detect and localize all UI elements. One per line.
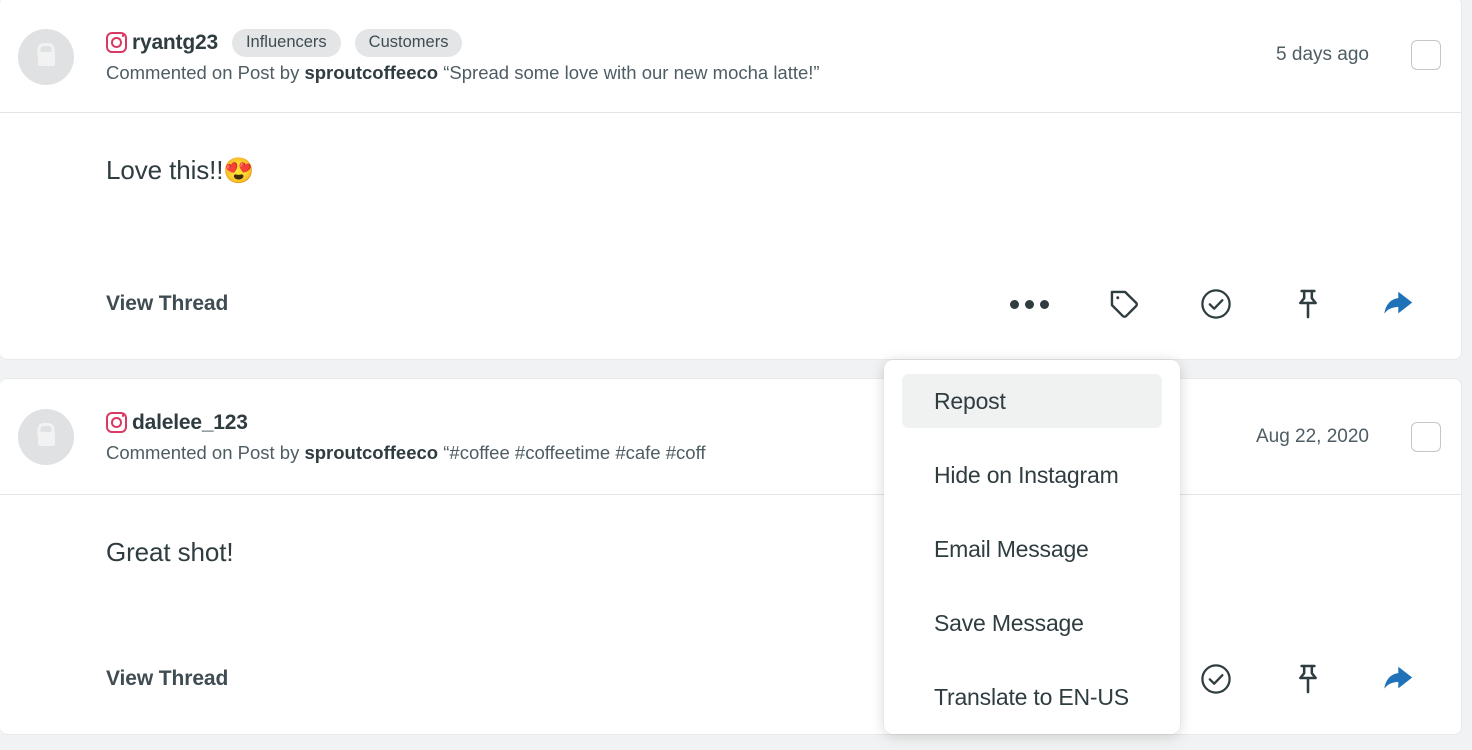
context-prefix: Commented on Post by: [106, 442, 304, 463]
message-header-text: ryantg23 Influencers Customers Commented…: [106, 30, 820, 84]
message-text: Great shot!: [106, 537, 1461, 568]
timestamp: 5 days ago: [1276, 44, 1369, 66]
message-header: ryantg23 Influencers Customers Commented…: [0, 0, 1461, 113]
message-header-right: Aug 22, 2020: [1256, 422, 1441, 452]
message-footer: View Thread: [0, 625, 1461, 733]
tag-pill-customers[interactable]: Customers: [355, 29, 463, 57]
message-header-text: dalelee_123 Commented on Post by sproutc…: [106, 410, 706, 464]
tag-pill-influencers[interactable]: Influencers: [232, 29, 341, 57]
message-footer: View Thread: [0, 250, 1461, 358]
username-row: dalelee_123: [106, 410, 706, 436]
avatar: [18, 409, 74, 465]
message-context: Commented on Post by sproutcoffeeco “Spr…: [106, 62, 820, 84]
message-actions: [1010, 287, 1441, 321]
more-options-menu: Repost Hide on Instagram Email Message S…: [884, 360, 1180, 734]
message-card: ryantg23 Influencers Customers Commented…: [0, 0, 1462, 360]
avatar: [18, 29, 74, 85]
message-feed: ryantg23 Influencers Customers Commented…: [0, 0, 1472, 750]
context-author[interactable]: sproutcoffeeco: [304, 62, 438, 83]
message-context: Commented on Post by sproutcoffeeco “#co…: [106, 442, 706, 464]
more-options-icon[interactable]: [1010, 300, 1049, 309]
select-checkbox[interactable]: [1411, 40, 1441, 70]
message-header: dalelee_123 Commented on Post by sproutc…: [0, 379, 1461, 495]
reply-icon[interactable]: [1383, 662, 1421, 696]
instagram-icon: [106, 32, 127, 53]
context-author[interactable]: sproutcoffeeco: [304, 442, 438, 463]
lock-icon: [38, 432, 55, 446]
complete-icon[interactable]: [1199, 287, 1233, 321]
context-suffix: “#coffee #coffeetime #cafe #coff: [438, 442, 705, 463]
message-text-content: Love this!!: [106, 155, 223, 185]
message-body: Love this!!😍 View Thread: [0, 113, 1461, 358]
heart-eyes-emoji: 😍: [223, 157, 254, 185]
select-checkbox[interactable]: [1411, 422, 1441, 452]
tag-icon[interactable]: [1107, 287, 1141, 321]
lock-icon: [38, 52, 55, 66]
context-suffix: “Spread some love with our new mocha lat…: [438, 62, 819, 83]
complete-icon[interactable]: [1199, 662, 1233, 696]
username-row: ryantg23 Influencers Customers: [106, 30, 820, 56]
instagram-icon: [106, 412, 127, 433]
message-text-content: Great shot!: [106, 537, 234, 567]
username[interactable]: dalelee_123: [132, 411, 248, 435]
pin-icon[interactable]: [1291, 662, 1325, 696]
message-card: dalelee_123 Commented on Post by sproutc…: [0, 378, 1462, 735]
menu-item-hide-on-instagram[interactable]: Hide on Instagram: [902, 448, 1162, 502]
context-prefix: Commented on Post by: [106, 62, 304, 83]
view-thread-link[interactable]: View Thread: [106, 292, 228, 316]
message-text: Love this!!😍: [106, 155, 1461, 186]
menu-item-repost[interactable]: Repost: [902, 374, 1162, 428]
message-body: Great shot! View Thread: [0, 495, 1461, 733]
menu-item-email-message[interactable]: Email Message: [902, 522, 1162, 576]
message-header-right: 5 days ago: [1276, 40, 1441, 70]
username[interactable]: ryantg23: [132, 31, 218, 55]
pin-icon[interactable]: [1291, 287, 1325, 321]
timestamp: Aug 22, 2020: [1256, 426, 1369, 448]
reply-icon[interactable]: [1383, 287, 1421, 321]
view-thread-link[interactable]: View Thread: [106, 667, 228, 691]
menu-item-save-message[interactable]: Save Message: [902, 596, 1162, 650]
menu-item-translate[interactable]: Translate to EN-US: [902, 670, 1162, 724]
